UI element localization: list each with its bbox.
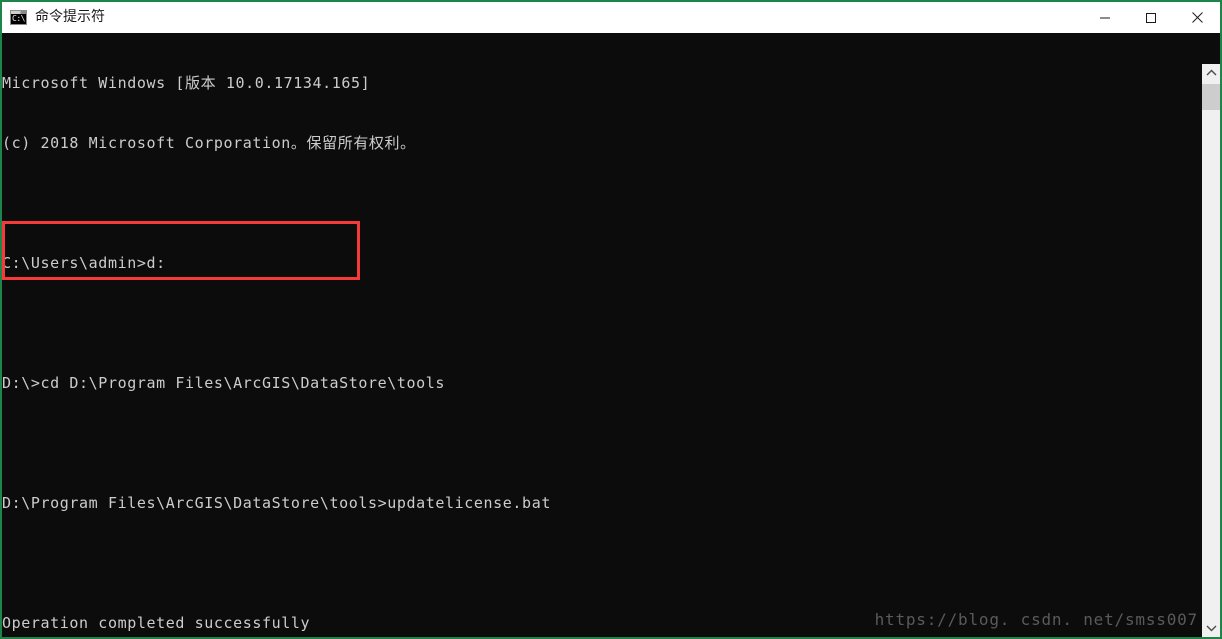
watermark-text: https://blog. csdn. net/smss007 xyxy=(874,610,1198,629)
console-line: D:\>cd D:\Program Files\ArcGIS\DataStore… xyxy=(2,374,446,392)
scrollbar-thumb[interactable] xyxy=(1202,84,1220,110)
console-line-highlighted: Operation completed successfully xyxy=(2,614,311,632)
vertical-scrollbar[interactable] xyxy=(1201,64,1220,637)
console-line: Microsoft Windows [版本 10.0.17134.165] xyxy=(2,74,371,92)
scroll-up-button[interactable] xyxy=(1202,64,1220,82)
maximize-icon xyxy=(1146,12,1156,23)
scroll-down-arrow-icon xyxy=(1206,625,1216,632)
cmd-icon: C:\ xyxy=(10,10,27,25)
close-button[interactable] xyxy=(1174,2,1220,33)
console-line: C:\Users\admin>d: xyxy=(2,254,166,272)
window-titlebar[interactable]: C:\ 命令提示符 xyxy=(2,2,1220,33)
console-text: Microsoft Windows [版本 10.0.17134.165] (c… xyxy=(2,33,551,637)
console-line: (c) 2018 Microsoft Corporation。保留所有权利。 xyxy=(2,134,416,152)
command-prompt-window: C:\ 命令提示符 Microsoft Windows [版本 10.0.171… xyxy=(0,0,1222,639)
scroll-down-button[interactable] xyxy=(1202,619,1220,637)
window-controls xyxy=(1082,2,1220,33)
window-title: 命令提示符 xyxy=(35,9,105,25)
minimize-button[interactable] xyxy=(1082,2,1128,33)
scrollbar-track[interactable] xyxy=(1202,82,1220,619)
maximize-button[interactable] xyxy=(1128,2,1174,33)
cmd-icon-prompt-glyph: C:\ xyxy=(12,14,25,23)
scroll-up-arrow-icon xyxy=(1206,69,1216,76)
console-line: D:\Program Files\ArcGIS\DataStore\tools>… xyxy=(2,494,551,512)
console-output-area[interactable]: Microsoft Windows [版本 10.0.17134.165] (c… xyxy=(2,33,1220,637)
close-icon xyxy=(1191,12,1203,23)
minimize-icon xyxy=(1100,17,1110,18)
